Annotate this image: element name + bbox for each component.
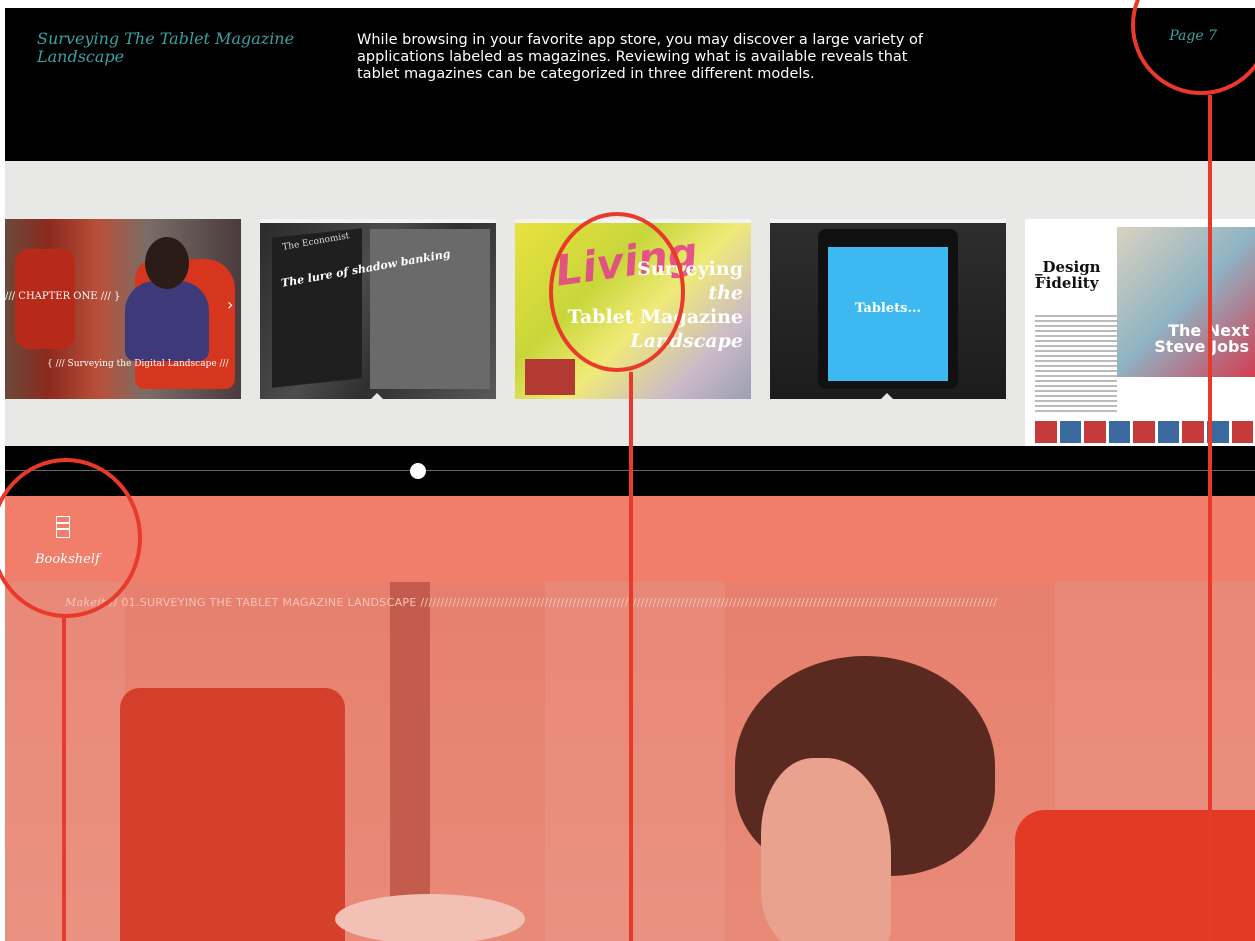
hero-woman-face [761,758,891,941]
thumb-forbes-cover [525,359,575,395]
thumb-heading-line: Fidelity [1035,274,1099,292]
thumbnail-design-fidelity[interactable]: The Next Steve Jobs _Design Fidelity [1025,219,1255,446]
breadcrumb: Makeit // 01.SURVEYING THE TABLET MAGAZI… [65,596,1245,609]
thumb-notch [370,393,384,399]
annotation-line-thumbnail [629,372,633,941]
thumb-chapter-subtitle: { /// Surveying the Digital Landscape //… [47,359,229,369]
annotation-line-page [1208,95,1212,941]
thumb-cover-text: The Next Steve Jobs [1154,321,1249,356]
thumb-heading-line: _Design [1035,258,1101,276]
thumb-notch [880,393,894,399]
thumbnail-chapter-one[interactable]: /// CHAPTER ONE /// } { /// Surveying th… [5,219,241,399]
thumbnail-tablets[interactable]: Tablets... [770,219,1006,399]
thumb-person-head [145,237,189,289]
thumb-body-text [1035,315,1117,415]
thumb-header-bar [260,219,496,223]
thumb-tablets-text: Tablets... [854,301,922,316]
annotation-line-bookshelf [62,618,66,941]
chevron-right-icon: › [227,295,234,314]
thumb-wired-cover: The Next Steve Jobs [1117,227,1255,377]
hero-chair-right [1015,810,1255,941]
thumb-header-bar [770,219,1006,223]
breadcrumb-path: // 01.SURVEYING THE TABLET MAGAZINE LAND… [105,596,998,609]
hero-chair-left [120,688,345,941]
thumb-cover-row [1035,421,1254,443]
hero-table [335,894,525,941]
hero-pillar [390,582,430,941]
article-header: Surveying The Tablet Magazine Landscape … [5,8,1255,161]
article-description: While browsing in your favorite app stor… [357,32,923,82]
scrubber-handle[interactable] [410,463,426,479]
thumbnail-economist[interactable]: The Economist The lure of shadow banking [260,219,496,399]
annotation-circle-thumbnail [549,212,685,372]
thumb-heading: _Design Fidelity [1035,259,1101,291]
thumb-chapter-label: /// CHAPTER ONE /// } [5,291,121,302]
thumb-person-body [125,281,209,361]
article-title: Surveying The Tablet Magazine Landscape [37,29,295,66]
